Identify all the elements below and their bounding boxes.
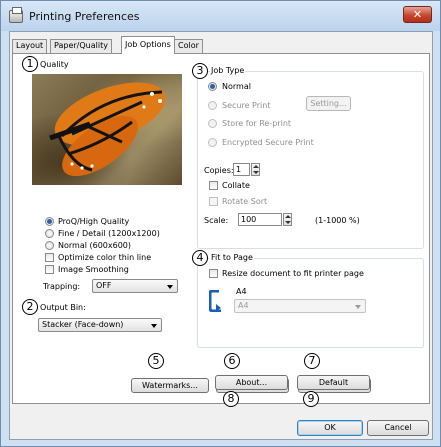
job-secure-print-label: Secure Print [222, 101, 271, 110]
job-store-reprint-radio[interactable] [208, 119, 217, 128]
callout-4: 4 [192, 250, 208, 266]
image-smoothing-label: Image Smoothing [58, 265, 129, 274]
tab-layout[interactable]: Layout [12, 39, 48, 53]
optimize-color-checkbox[interactable] [45, 253, 54, 262]
dialog-body: Layout Paper/Quality Job Options Color 1… [9, 31, 433, 440]
trapping-value: OFF [96, 281, 112, 290]
job-normal-label: Normal [222, 82, 251, 91]
quality-proq-radio[interactable] [45, 217, 54, 226]
paper-size-value: A4 [238, 301, 249, 310]
quality-proq-label: ProQ/High Quality [58, 217, 130, 226]
rotate-sort-checkbox[interactable] [209, 197, 218, 206]
output-bin-select[interactable]: Stacker (Face-down) [38, 318, 162, 332]
scale-spinner[interactable] [283, 213, 292, 226]
trapping-label: Trapping: [43, 282, 81, 291]
output-bin-value: Stacker (Face-down) [42, 320, 124, 329]
callout-3: 3 [192, 63, 208, 79]
callout-6: 6 [224, 353, 240, 369]
scale-range-label: (1-1000 %) [315, 216, 360, 225]
scale-input[interactable]: 100 [238, 213, 282, 226]
job-encrypted-label: Encrypted Secure Print [222, 138, 314, 147]
collate-checkbox[interactable] [209, 181, 218, 190]
paper-orientation-icon [209, 290, 221, 312]
output-bin-label: Output Bin: [40, 303, 86, 312]
copies-label: Copies: [204, 166, 234, 175]
fit-to-page-label: Fit to Page [210, 253, 254, 262]
paper-size-label: A4 [236, 287, 247, 296]
printing-preferences-window: Printing Preferences ✕ Layout Paper/Qual… [0, 0, 441, 447]
watermarks-button[interactable]: Watermarks... [131, 378, 209, 393]
quality-label: Quality [40, 60, 69, 69]
setting-button[interactable]: Setting... [306, 96, 351, 111]
quality-normal-radio[interactable] [45, 241, 54, 250]
callout-5: 5 [148, 353, 164, 369]
job-secure-print-radio[interactable] [208, 101, 217, 110]
callout-7: 7 [304, 353, 320, 369]
job-normal-radio[interactable] [208, 82, 217, 91]
rotate-sort-label: Rotate Sort [222, 197, 268, 206]
quality-normal-label: Normal (600x600) [58, 241, 132, 250]
callout-9: 9 [303, 391, 319, 407]
job-options-panel: 1 Quality ProQ/High Quality Fine / Detai… [12, 53, 430, 404]
collate-label: Collate [222, 181, 250, 190]
paper-size-select[interactable]: A4 [234, 299, 366, 313]
optimize-color-label: Optimize color thin line [58, 253, 152, 262]
image-smoothing-checkbox[interactable] [45, 265, 54, 274]
tab-job-options[interactable]: Job Options [121, 36, 175, 54]
chevron-down-icon [355, 305, 361, 309]
about-button[interactable]: About... [215, 375, 288, 390]
scale-label: Scale: [204, 216, 229, 225]
printer-icon [9, 7, 23, 23]
title-bar[interactable]: Printing Preferences ✕ [1, 1, 440, 31]
job-store-reprint-label: Store for Re-print [222, 119, 292, 128]
copies-input[interactable]: 1 [233, 163, 250, 176]
copies-spinner[interactable] [251, 163, 260, 176]
tab-color[interactable]: Color [174, 39, 203, 53]
window-title: Printing Preferences [29, 10, 140, 23]
job-encrypted-radio[interactable] [208, 138, 217, 147]
cancel-button[interactable]: Cancel [367, 420, 429, 436]
callout-1: 1 [22, 56, 38, 72]
trapping-select[interactable]: OFF [92, 279, 178, 293]
quality-fine-label: Fine / Detail (1200x1200) [58, 229, 160, 238]
callout-2: 2 [22, 299, 38, 315]
close-button[interactable]: ✕ [403, 6, 432, 23]
chevron-down-icon [167, 285, 173, 289]
tab-paper-quality[interactable]: Paper/Quality [50, 39, 112, 53]
default-button[interactable]: Default [297, 375, 370, 390]
resize-document-label: Resize document to fit printer page [222, 269, 364, 278]
job-type-label: Job Type [210, 66, 246, 75]
resize-document-checkbox[interactable] [209, 269, 218, 278]
quality-preview-image [32, 74, 182, 185]
callout-8: 8 [223, 391, 239, 407]
chevron-down-icon [151, 324, 157, 328]
quality-fine-radio[interactable] [45, 229, 54, 238]
butterfly-icon [49, 82, 166, 177]
ok-button[interactable]: OK [297, 420, 363, 436]
